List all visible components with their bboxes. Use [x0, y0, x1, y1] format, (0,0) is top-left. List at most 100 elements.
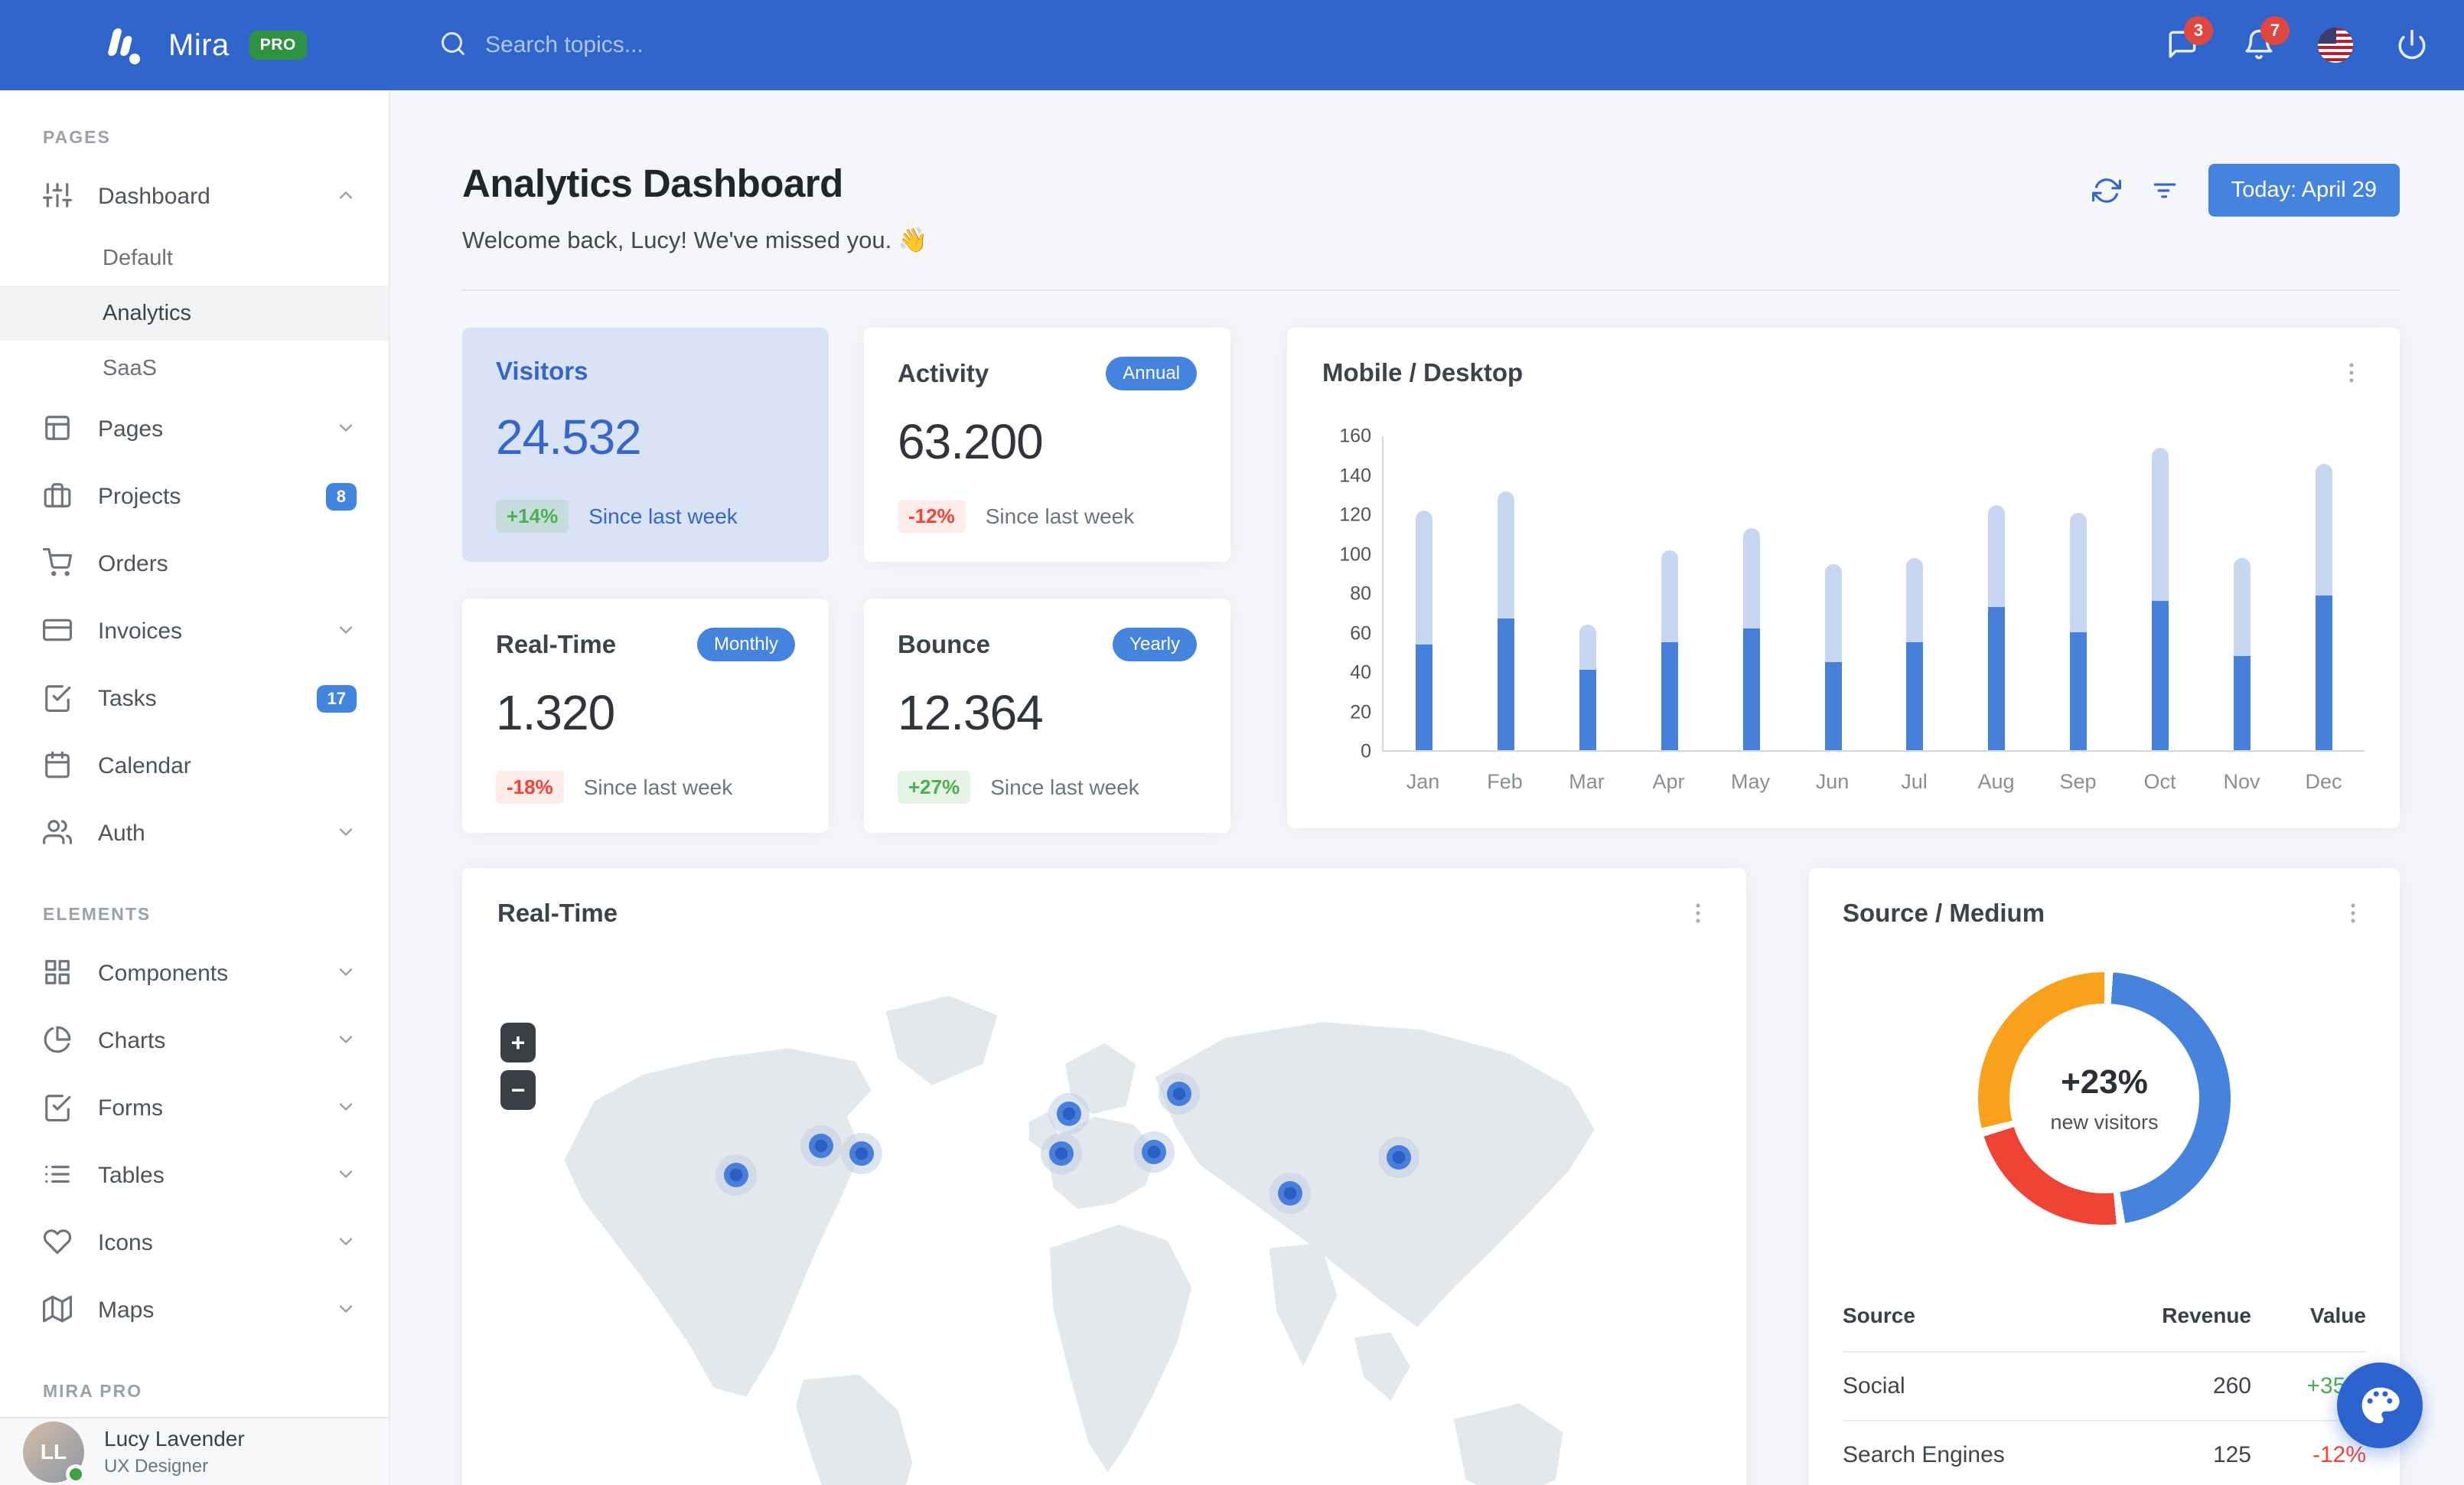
- sidebar-item-projects[interactable]: Projects 8: [0, 463, 389, 530]
- global-search: [439, 30, 883, 61]
- bar-segment-desktop: [1661, 550, 1678, 643]
- source-table-header: Source Revenue Value: [1843, 1304, 2366, 1327]
- chevron-up-icon: [335, 184, 357, 210]
- source-menu-button[interactable]: [2340, 900, 2366, 926]
- sidebar-item-label: Dashboard: [98, 184, 210, 209]
- sidebar-subitem-default[interactable]: Default: [0, 230, 389, 286]
- map-zoom-out-button[interactable]: −: [500, 1070, 536, 1110]
- cart-icon: [43, 547, 72, 581]
- chevron-down-icon: [335, 1231, 357, 1256]
- kebab-icon: [1696, 903, 1700, 923]
- filter-button[interactable]: [2150, 176, 2179, 205]
- bar-segment-desktop: [1742, 528, 1760, 629]
- sidebar-item-pages[interactable]: Pages: [0, 396, 389, 463]
- stat-title: Visitors: [496, 357, 588, 385]
- world-map-svg: [564, 995, 1595, 1485]
- notifications-button[interactable]: 7: [2241, 16, 2290, 64]
- grid-icon: [43, 958, 72, 991]
- theme-settings-button[interactable]: [2337, 1363, 2423, 1448]
- kebab-icon: [2351, 903, 2355, 923]
- sidebar-item-label: Forms: [98, 1095, 163, 1121]
- stat-card-activity: Activity Annual 63.200 -12% Since last week: [864, 328, 1230, 562]
- x-tick-label: May: [1730, 770, 1770, 793]
- chart-menu-button[interactable]: [2339, 360, 2365, 386]
- sidebar-item-label: Charts: [98, 1028, 166, 1053]
- sidebar-item-forms[interactable]: Forms: [0, 1075, 389, 1142]
- sidebar-subitem-saas[interactable]: SaaS: [0, 341, 389, 396]
- stat-title: Bounce: [898, 630, 991, 658]
- sliders-icon: [43, 181, 72, 214]
- sidebar-item-orders[interactable]: Orders: [0, 530, 389, 598]
- stat-caption: Since last week: [583, 775, 733, 799]
- bar-jul: [1874, 436, 1956, 750]
- logout-button[interactable]: [2394, 27, 2430, 64]
- bar-dec: [2283, 436, 2365, 750]
- chevron-down-icon: [335, 1029, 357, 1054]
- chevron-down-icon: [335, 1164, 357, 1189]
- sidebar-item-calendar[interactable]: Calendar: [0, 733, 389, 800]
- sidebar-item-auth[interactable]: Auth: [0, 800, 389, 867]
- bar-mar: [1547, 436, 1629, 750]
- map-zoom-in-button[interactable]: +: [500, 1023, 536, 1062]
- sidebar-item-tasks[interactable]: Tasks 17: [0, 665, 389, 733]
- refresh-icon: [2091, 178, 2121, 203]
- sidebar-item-charts[interactable]: Charts: [0, 1007, 389, 1075]
- mobile-desktop-card: Mobile / Desktop 0 20 40 60 80 100 120 140 160 J…: [1287, 328, 2400, 828]
- sidebar-item-dashboard[interactable]: Dashboard: [0, 163, 389, 230]
- x-tick-label: Oct: [2143, 770, 2176, 793]
- refresh-button[interactable]: [2091, 176, 2121, 205]
- table-row: Social 260 +35%: [1843, 1351, 2366, 1420]
- map-marker: [809, 1134, 834, 1159]
- map-marker: [1387, 1144, 1412, 1170]
- realtime-map-card: Real-Time + −: [462, 868, 1746, 1485]
- bar-segment-mobile: [2070, 632, 2088, 750]
- messages-button[interactable]: 3: [2164, 16, 2213, 64]
- map-marker: [1142, 1139, 1167, 1164]
- bar-segment-mobile: [1988, 606, 2006, 750]
- bar-segment-mobile: [1579, 669, 1597, 750]
- world-map[interactable]: + −: [497, 943, 1711, 1485]
- bar-nov: [2201, 436, 2283, 750]
- header-divider: [462, 289, 2400, 291]
- sidebar-item-label: Pages: [98, 416, 164, 442]
- layout-icon: [43, 413, 72, 446]
- bar-segment-desktop: [1988, 504, 2006, 607]
- sidebar-subitem-analytics[interactable]: Analytics: [0, 286, 389, 341]
- bar-segment-mobile: [1416, 644, 1433, 750]
- stat-title: Real-Time: [496, 630, 617, 658]
- stat-change-chip: -18%: [496, 771, 564, 804]
- chevron-down-icon: [335, 1298, 357, 1323]
- map-marker: [1167, 1082, 1192, 1107]
- sidebar-item-label: Orders: [98, 551, 168, 576]
- users-icon: [43, 818, 72, 850]
- y-tick-label: 0: [1361, 740, 1371, 762]
- sidebar-item-invoices[interactable]: Invoices: [0, 598, 389, 665]
- bar-chart-y-axis: 0 20 40 60 80 100 120 140 160: [1322, 426, 1371, 762]
- bar-segment-desktop: [1906, 557, 1924, 643]
- search-icon: [439, 30, 467, 61]
- x-tick-label: Sep: [2059, 770, 2097, 793]
- brand[interactable]: Mira PRO: [0, 25, 390, 65]
- date-range-button[interactable]: Today: April 29: [2208, 164, 2400, 217]
- source-card-title: Source / Medium: [1843, 899, 2045, 927]
- pro-badge: PRO: [249, 31, 307, 60]
- power-icon: [2396, 28, 2428, 63]
- user-name: Lucy Lavender: [104, 1426, 245, 1451]
- sidebar-item-components[interactable]: Components: [0, 940, 389, 1007]
- map-marker: [1057, 1102, 1081, 1127]
- map-menu-button[interactable]: [1685, 900, 1711, 926]
- briefcase-icon: [43, 481, 72, 514]
- sidebar-item-label: Icons: [98, 1230, 153, 1255]
- y-tick-label: 140: [1339, 465, 1371, 486]
- user-footer[interactable]: LL Lucy Lavender UX Designer: [0, 1417, 389, 1485]
- stat-value: 12.364: [898, 685, 1044, 740]
- bar-segment-desktop: [1579, 625, 1597, 670]
- sidebar-item-maps[interactable]: Maps: [0, 1277, 389, 1344]
- stat-caption: Since last week: [588, 504, 738, 528]
- search-input[interactable]: [485, 32, 883, 58]
- sidebar-item-icons[interactable]: Icons: [0, 1209, 389, 1277]
- language-button[interactable]: [2317, 27, 2354, 64]
- sidebar-item-tables[interactable]: Tables: [0, 1142, 389, 1209]
- mira-logo-icon: [108, 28, 140, 64]
- map-marker: [849, 1141, 874, 1167]
